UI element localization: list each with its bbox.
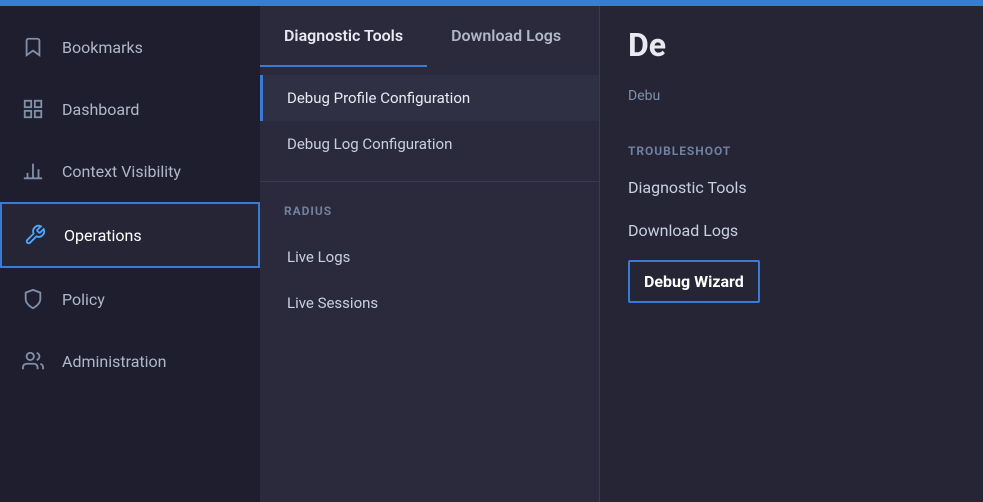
- tab-download-logs[interactable]: Download Logs: [427, 6, 585, 67]
- right-panel-title: De: [628, 26, 666, 64]
- sidebar-item-label: Operations: [64, 226, 142, 245]
- tab-diagnostic-tools[interactable]: Diagnostic Tools: [260, 6, 427, 67]
- radius-section-label: RADIUS: [260, 188, 599, 226]
- right-menu-debug-wizard[interactable]: Debug Wizard: [628, 260, 760, 303]
- dashboard-icon: [20, 96, 46, 122]
- right-menu-download-logs[interactable]: Download Logs: [628, 209, 955, 252]
- dropdown-panel: Diagnostic Tools Download Logs Debug Pro…: [260, 6, 983, 502]
- right-troubleshoot-section: Troubleshoot Diagnostic Tools Download L…: [600, 120, 983, 319]
- right-menu-diagnostic-tools[interactable]: Diagnostic Tools: [628, 166, 955, 209]
- panel-header: Diagnostic Tools Download Logs: [260, 6, 599, 67]
- bookmark-icon: [20, 34, 46, 60]
- menu-item-debug-log[interactable]: Debug Log Configuration: [260, 121, 599, 167]
- sidebar-item-label: Bookmarks: [62, 38, 143, 57]
- sidebar-item-label: Administration: [62, 352, 167, 371]
- left-panel: Diagnostic Tools Download Logs Debug Pro…: [260, 6, 600, 502]
- sidebar: Bookmarks Dashboard: [0, 6, 260, 502]
- diagnostic-tools-menu: Debug Profile Configuration Debug Log Co…: [260, 67, 599, 175]
- menu-item-live-sessions[interactable]: Live Sessions: [260, 280, 599, 326]
- menu-item-debug-profile[interactable]: Debug Profile Configuration: [260, 75, 599, 121]
- menu-item-live-logs[interactable]: Live Logs: [260, 234, 599, 280]
- sidebar-item-policy[interactable]: Policy: [0, 268, 260, 330]
- sidebar-item-context-visibility[interactable]: Context Visibility: [0, 140, 260, 202]
- admin-icon: [20, 348, 46, 374]
- main-content: Diagnostic Tools Download Logs Debug Pro…: [260, 6, 983, 502]
- radius-menu: Live Logs Live Sessions: [260, 226, 599, 334]
- chart-icon: [20, 158, 46, 184]
- sidebar-item-administration[interactable]: Administration: [0, 330, 260, 392]
- right-panel-header: De: [600, 6, 983, 84]
- sidebar-item-operations[interactable]: Operations: [0, 202, 260, 268]
- app-container: Bookmarks Dashboard: [0, 6, 983, 502]
- sidebar-item-dashboard[interactable]: Dashboard: [0, 78, 260, 140]
- divider: [260, 181, 599, 182]
- troubleshoot-section-label: Troubleshoot: [628, 136, 955, 166]
- sidebar-item-label: Context Visibility: [62, 162, 181, 181]
- sidebar-item-label: Policy: [62, 290, 105, 309]
- sidebar-item-bookmarks[interactable]: Bookmarks: [0, 16, 260, 78]
- right-panel: De Debu Troubleshoot Diagnostic Tools Do…: [600, 6, 983, 502]
- sidebar-item-label: Dashboard: [62, 100, 139, 119]
- shield-icon: [20, 286, 46, 312]
- right-panel-subtitle: Debu: [600, 84, 983, 120]
- tools-icon: [22, 222, 48, 248]
